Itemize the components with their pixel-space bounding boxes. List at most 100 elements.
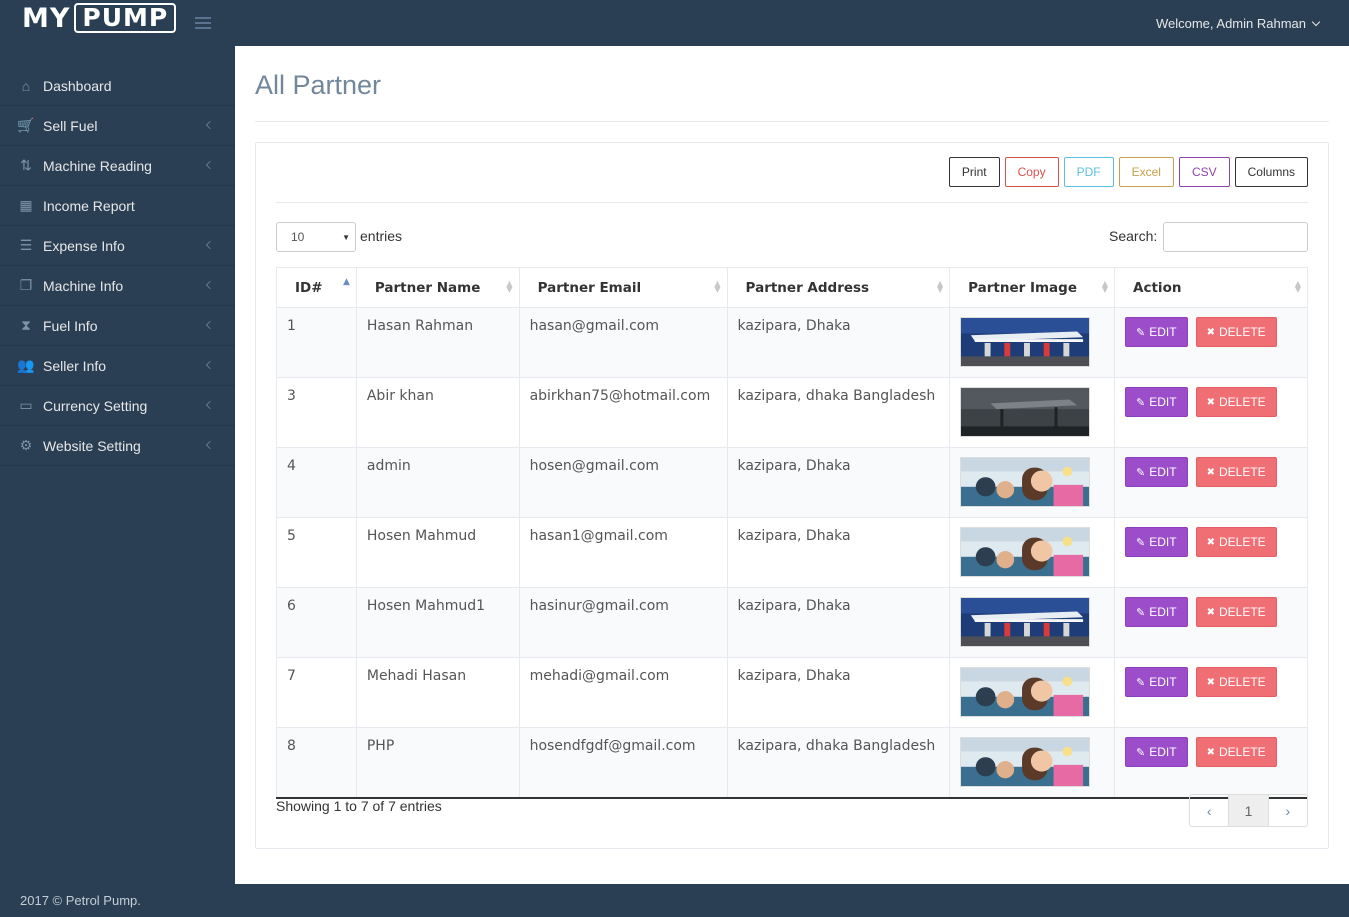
edit-button[interactable]: ✎ EDIT [1125, 317, 1188, 347]
chevron-left-icon [205, 280, 215, 290]
edit-button[interactable]: ✎ EDIT [1125, 527, 1188, 557]
edit-button[interactable]: ✎ EDIT [1125, 387, 1188, 417]
edit-label: EDIT [1149, 675, 1177, 689]
pdf-button[interactable]: PDF [1063, 157, 1114, 187]
calendar-icon: ▦ [19, 197, 33, 213]
column-header-label: Action [1133, 279, 1182, 296]
search-input[interactable] [1163, 222, 1308, 252]
cell-id: 5 [276, 517, 357, 588]
cell-partner-address: kazipara, Dhaka [726, 307, 951, 378]
credit-card-icon: ▭ [19, 397, 33, 413]
sidebar-item-label: Fuel Info [43, 317, 98, 334]
cell-action: ✎ EDIT ✖ DELETE [1114, 307, 1308, 378]
delete-label: DELETE [1218, 325, 1266, 339]
sidebar-item-label: Sell Fuel [43, 117, 98, 134]
pagination-page-1[interactable]: 1 [1229, 795, 1269, 826]
print-button[interactable]: Print [948, 157, 1000, 187]
pagination-next[interactable]: › [1269, 795, 1307, 826]
sidebar-item-seller-info[interactable]: 👥 Seller Info [0, 346, 235, 386]
hourglass-icon: ⧗ [21, 317, 31, 333]
delete-button[interactable]: ✖ DELETE [1195, 597, 1277, 627]
sidebar-item-label: Machine Reading [43, 157, 152, 174]
user-menu[interactable]: Welcome, Admin Rahman [1156, 16, 1321, 31]
search-label: Search: [1109, 228, 1158, 244]
sidebar-item-sell-fuel[interactable]: 🛒 Sell Fuel [0, 106, 235, 146]
cell-partner-address: kazipara, Dhaka [726, 447, 951, 518]
column-header-partner-address[interactable]: Partner Address ▲ ▼ [726, 267, 951, 308]
users-icon: 👥 [17, 357, 35, 373]
column-header-partner-image[interactable]: Partner Image ▲ ▼ [949, 267, 1116, 308]
copy-button[interactable]: Copy [1004, 157, 1059, 187]
sort-icon: ▲ ▼ [1101, 279, 1109, 294]
edit-icon: ✎ [1136, 536, 1146, 549]
sidebar: ⌂ Dashboard 🛒 Sell Fuel ⇅ Machine Reading ▦ Inc… [0, 46, 235, 884]
sidebar-item-machine-info[interactable]: ❐ Machine Info [0, 266, 235, 306]
delete-label: DELETE [1218, 675, 1266, 689]
edit-button[interactable]: ✎ EDIT [1125, 597, 1188, 627]
cell-action: ✎ EDIT ✖ DELETE [1114, 587, 1308, 658]
edit-label: EDIT [1149, 605, 1177, 619]
columns-button[interactable]: Columns [1234, 157, 1308, 187]
excel-button[interactable]: Excel [1118, 157, 1174, 187]
sidebar-item-label: Website Setting [43, 437, 141, 454]
partner-image-kids-classroom [960, 737, 1091, 787]
cell-partner-image [949, 377, 1116, 448]
close-icon: ✖ [1206, 326, 1215, 338]
sort-icon: ▲ ▼ [936, 279, 944, 294]
close-icon: ✖ [1206, 396, 1215, 408]
cell-action: ✎ EDIT ✖ DELETE [1114, 657, 1308, 728]
sidebar-item-income-report[interactable]: ▦ Income Report [0, 186, 235, 226]
sidebar-item-website-setting[interactable]: ⚙ Website Setting [0, 426, 235, 466]
csv-button[interactable]: CSV [1178, 157, 1230, 187]
partner-table: ID# ▲ Partner Name ▲ ▼ Partner Email ▲ ▼ Partner… [276, 267, 1308, 799]
column-header-partner-email[interactable]: Partner Email ▲ ▼ [518, 267, 728, 308]
panel-divider [276, 202, 1308, 203]
menu-toggle-icon[interactable] [195, 17, 211, 29]
delete-button[interactable]: ✖ DELETE [1195, 457, 1277, 487]
sidebar-item-currency-setting[interactable]: ▭ Currency Setting [0, 386, 235, 426]
delete-label: DELETE [1218, 605, 1266, 619]
sidebar-item-label: Dashboard [43, 77, 112, 94]
delete-button[interactable]: ✖ DELETE [1195, 737, 1277, 767]
edit-button[interactable]: ✎ EDIT [1125, 667, 1188, 697]
delete-button[interactable]: ✖ DELETE [1195, 387, 1277, 417]
brand-logo[interactable]: MY PUMP [22, 2, 177, 34]
chevron-left-icon [205, 400, 215, 410]
column-header-partner-name[interactable]: Partner Name ▲ ▼ [355, 267, 520, 308]
edit-icon: ✎ [1136, 746, 1146, 759]
partner-image-station-dark [960, 387, 1091, 437]
chevron-left-icon [205, 440, 215, 450]
edit-button[interactable]: ✎ EDIT [1125, 457, 1188, 487]
close-icon: ✖ [1206, 606, 1215, 618]
server-icon: ☰ [19, 237, 33, 253]
sidebar-item-fuel-info[interactable]: ⧗ Fuel Info [0, 306, 235, 346]
delete-button[interactable]: ✖ DELETE [1195, 667, 1277, 697]
pagination: ‹ 1 › [1189, 794, 1308, 827]
cell-partner-name: Mehadi Hasan [355, 657, 520, 728]
sort-icon: ▲ ▼ [1294, 279, 1301, 294]
cell-partner-email: abirkhan75@hotmail.com [518, 377, 728, 448]
pagination-prev[interactable]: ‹ [1190, 795, 1230, 826]
close-icon: ✖ [1206, 536, 1215, 548]
cell-partner-address: kazipara, dhaka Bangladesh [726, 377, 951, 448]
table-header-row: ID# ▲ Partner Name ▲ ▼ Partner Email ▲ ▼ Partner… [276, 267, 1308, 308]
cell-id: 6 [276, 587, 357, 658]
sidebar-item-expense-info[interactable]: ☰ Expense Info [0, 226, 235, 266]
logo-text-pump: PUMP [74, 3, 177, 33]
column-header-id[interactable]: ID# ▲ [276, 267, 357, 308]
cell-partner-address: kazipara, Dhaka [726, 587, 951, 658]
edit-label: EDIT [1149, 395, 1177, 409]
delete-button[interactable]: ✖ DELETE [1195, 317, 1277, 347]
chevron-left-icon [205, 320, 215, 330]
sidebar-item-machine-reading[interactable]: ⇅ Machine Reading [0, 146, 235, 186]
cell-partner-name: Hosen Mahmud [355, 517, 520, 588]
sidebar-item-dashboard[interactable]: ⌂ Dashboard [0, 66, 235, 106]
column-header-label: Partner Name [374, 279, 481, 296]
entries-length-select[interactable]: 10 ▼ [276, 222, 356, 252]
column-header-action[interactable]: Action ▲ ▼ [1114, 267, 1308, 308]
sidebar-item-label: Expense Info [43, 237, 125, 254]
page-title: All Partner [255, 70, 382, 100]
edit-label: EDIT [1149, 465, 1177, 479]
delete-button[interactable]: ✖ DELETE [1195, 527, 1277, 557]
edit-button[interactable]: ✎ EDIT [1125, 737, 1188, 767]
